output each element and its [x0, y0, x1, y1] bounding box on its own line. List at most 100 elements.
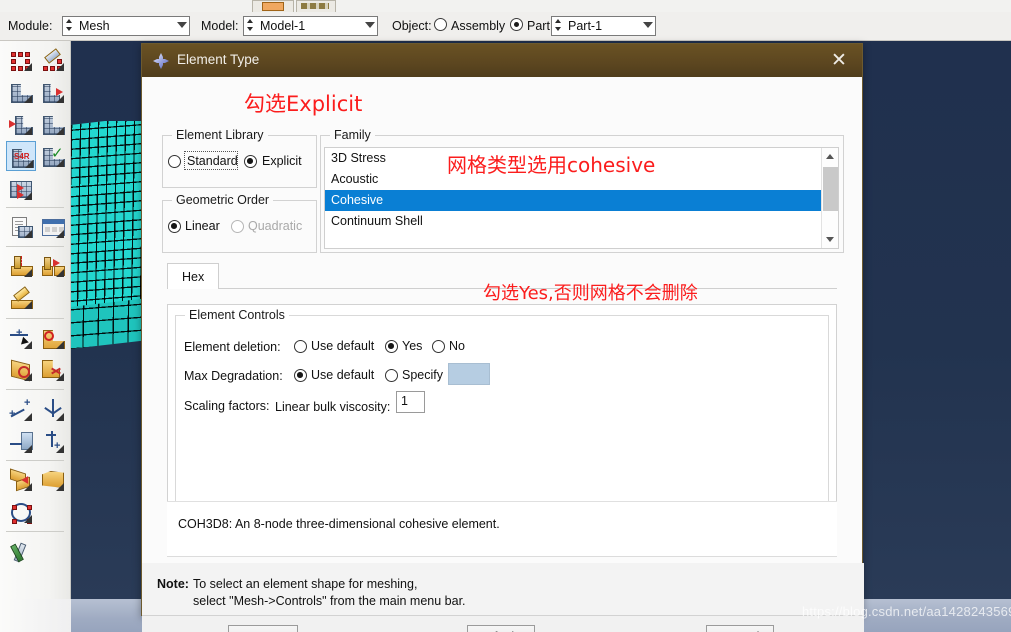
note-line-1: To select an element shape for meshing,	[193, 577, 418, 591]
geometric-order-quadratic-radio[interactable]	[231, 220, 244, 233]
repair-tools-icon[interactable]	[6, 536, 36, 566]
scroll-down-icon[interactable]	[822, 231, 838, 248]
toolbox-divider	[6, 318, 64, 319]
mesh-part-icon[interactable]: S4R	[6, 141, 36, 171]
assign-element-type-icon[interactable]	[6, 109, 36, 139]
object-part-label: Part:	[527, 19, 554, 33]
module-combo[interactable]: Mesh	[62, 16, 190, 36]
toolbox-divider	[6, 207, 64, 208]
create-node-icon[interactable]: +	[6, 323, 36, 353]
part-combo[interactable]: Part-1	[551, 16, 656, 36]
max-degradation-use-default-label: Use default	[311, 368, 375, 382]
model-label: Model:	[201, 19, 239, 33]
element-description-text: COH3D8: An 8-node three-dimensional cohe…	[178, 517, 500, 531]
element-deletion-yes-radio[interactable]	[385, 340, 398, 353]
merge-nodes-icon[interactable]	[38, 395, 68, 425]
max-degradation-label: Max Degradation:	[184, 369, 283, 383]
create-mesh-part-icon[interactable]	[6, 174, 36, 204]
element-library-explicit-radio[interactable]	[244, 155, 257, 168]
dialog-title-bar[interactable]: Element Type ✕	[142, 44, 862, 77]
abaqus-diamond-icon	[153, 53, 169, 69]
model-spinner-icon[interactable]	[245, 17, 256, 35]
element-library-standard-label: Standard	[187, 154, 238, 168]
annotation-explicit: 勾选Explicit	[244, 92, 363, 116]
element-type-dialog: Element Type ✕ Element Library Standard …	[141, 43, 864, 632]
close-gap-icon[interactable]	[38, 465, 68, 495]
geometric-order-title: Geometric Order	[172, 193, 274, 207]
geometric-order-quadratic-label: Quadratic	[248, 219, 303, 233]
delete-seeds-icon[interactable]	[38, 45, 68, 75]
element-deletion-no-label: No	[449, 339, 465, 353]
close-icon[interactable]: ✕	[816, 44, 862, 77]
max-degradation-specify-input[interactable]	[448, 363, 490, 385]
project-mesh-icon[interactable]	[6, 427, 36, 457]
toolbox-divider	[6, 460, 64, 461]
element-deletion-no-radio[interactable]	[432, 340, 445, 353]
note-label: Note:	[157, 577, 189, 591]
object-assembly-label: Assembly	[451, 19, 506, 33]
family-scrollbar[interactable]	[821, 148, 838, 248]
object-assembly-radio[interactable]	[434, 18, 447, 31]
mesh-module-toolbox: S4R ✓ + + + +	[0, 41, 71, 632]
create-bottom-up-mesh-icon[interactable]	[6, 251, 36, 281]
max-degradation-specify-radio[interactable]	[385, 369, 398, 382]
verify-mesh-icon[interactable]: ✓	[38, 141, 68, 171]
edit-mesh-icon[interactable]: +	[38, 427, 68, 457]
status-bar-left	[0, 599, 71, 632]
chevron-down-icon[interactable]	[177, 22, 187, 28]
module-label: Module:	[8, 19, 53, 33]
element-deletion-yes-label: Yes	[402, 339, 423, 353]
linear-bulk-viscosity-input[interactable]: 1	[396, 391, 425, 413]
element-library-explicit-label: Explicit	[262, 154, 302, 168]
family-item-continuum-shell[interactable]: Continuum Shell	[325, 211, 823, 232]
object-part-radio[interactable]	[510, 18, 523, 31]
split-icon[interactable]	[38, 355, 68, 385]
part-value: Part-1	[568, 19, 603, 33]
module-value: Mesh	[79, 19, 110, 33]
seed-part-icon[interactable]	[6, 45, 36, 75]
delete-mesh-icon[interactable]	[6, 283, 36, 313]
toolbox-divider	[6, 389, 64, 390]
scaling-factors-label: Scaling factors:	[184, 399, 270, 413]
query-icon[interactable]	[6, 212, 36, 242]
max-degradation-specify-label: Specify	[402, 368, 443, 382]
create-mesh-transition-icon[interactable]	[38, 251, 68, 281]
cancel-button[interactable]: Cancel	[706, 625, 774, 632]
chevron-down-icon[interactable]	[643, 22, 653, 28]
part-spinner-icon[interactable]	[553, 17, 564, 35]
chevron-down-icon[interactable]	[365, 22, 375, 28]
geometric-order-linear-label: Linear	[185, 219, 220, 233]
report-icon[interactable]	[38, 212, 68, 242]
note-panel: Note: To select an element shape for mes…	[142, 563, 864, 615]
family-title: Family	[330, 128, 375, 142]
context-bar: Module: Mesh Model: Model-1 Object: Asse…	[0, 12, 1011, 41]
create-face-icon[interactable]	[6, 355, 36, 385]
offset-mesh-icon[interactable]: + +	[6, 395, 36, 425]
tab-hex[interactable]: Hex	[167, 263, 220, 289]
element-deletion-use-default-label: Use default	[311, 339, 375, 353]
element-controls-title: Element Controls	[185, 308, 289, 322]
collapse-element-icon[interactable]	[6, 465, 36, 495]
geometric-order-linear-radio[interactable]	[168, 220, 181, 233]
scrollbar-thumb[interactable]	[823, 167, 838, 211]
element-deletion-use-default-radio[interactable]	[294, 340, 307, 353]
defaults-button[interactable]: Defaults	[467, 625, 535, 632]
element-library-standard-radio[interactable]	[168, 155, 181, 168]
module-spinner-icon[interactable]	[64, 17, 75, 35]
create-edge-icon[interactable]	[38, 323, 68, 353]
toolbox-divider	[6, 246, 64, 247]
model-combo[interactable]: Model-1	[243, 16, 378, 36]
scroll-up-icon[interactable]	[822, 148, 838, 165]
watermark: https://blog.csdn.net/aa1428243569	[802, 604, 1011, 619]
mesh-sweep-icon[interactable]	[38, 109, 68, 139]
assign-stack-direction-icon[interactable]	[38, 77, 68, 107]
assign-mesh-controls-icon[interactable]	[6, 77, 36, 107]
element-deletion-label: Element deletion:	[184, 340, 281, 354]
max-degradation-use-default-radio[interactable]	[294, 369, 307, 382]
ok-button[interactable]: OK	[228, 625, 298, 632]
toolbox-divider	[6, 531, 64, 532]
family-item-cohesive[interactable]: Cohesive	[325, 190, 823, 211]
dialog-title: Element Type	[177, 52, 260, 67]
mesh-tools-icon[interactable]	[6, 497, 36, 527]
element-description-panel: COH3D8: An 8-node three-dimensional cohe…	[167, 501, 837, 557]
